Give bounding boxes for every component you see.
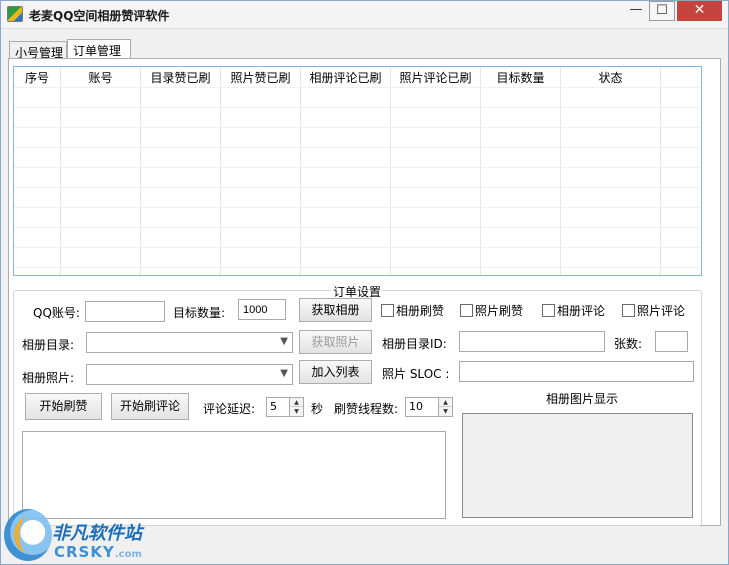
album-comment-label: 相册评论 <box>557 304 606 318</box>
watermark-brand: CRSKY <box>54 543 115 561</box>
sheet-count-input[interactable] <box>655 331 688 352</box>
column-photo-likes: 照片赞已刷 <box>221 67 301 275</box>
comment-delay-spinner[interactable]: 5 ▲ ▼ <box>266 397 304 417</box>
column-account: 账号 <box>61 67 141 275</box>
minimize-button[interactable]: — <box>622 1 650 21</box>
tab-order-management[interactable]: 订单管理 <box>67 39 131 60</box>
photo-display-label: 相册图片显示 <box>546 392 619 406</box>
chevron-down-icon: ▼ <box>280 336 288 347</box>
checkbox-box <box>622 304 635 317</box>
start-comment-button[interactable]: 开始刷评论 <box>111 393 189 420</box>
photo-comment-label: 照片评论 <box>637 304 686 318</box>
photo-sloc-input[interactable] <box>459 361 694 382</box>
order-table[interactable]: 序号 账号 目录赞已刷 照片赞已刷 相册评论已刷 照片评论已刷 目标数量 状态 <box>13 66 702 276</box>
site-watermark: 非凡软件站 CRSKY.com <box>0 505 160 565</box>
album-like-checkbox[interactable]: 相册刷赞 <box>381 302 444 319</box>
album-dir-select[interactable]: ▼ <box>86 332 293 353</box>
photo-like-checkbox[interactable]: 照片刷赞 <box>460 302 523 319</box>
column-header[interactable]: 照片赞已刷 <box>221 69 300 86</box>
row-divider <box>14 187 701 188</box>
chevron-down-icon: ▼ <box>280 368 288 379</box>
column-dir-likes: 目录赞已刷 <box>141 67 221 275</box>
row-divider <box>14 147 701 148</box>
comment-delay-label: 评论延迟: <box>203 402 256 416</box>
column-header[interactable]: 状态 <box>561 69 660 86</box>
add-to-list-button[interactable]: 加入列表 <box>299 360 372 384</box>
close-button[interactable]: ✕ <box>677 1 722 21</box>
row-divider <box>14 107 701 108</box>
column-header[interactable]: 序号 <box>14 69 60 86</box>
watermark-logo-icon <box>4 509 52 561</box>
column-photo-comments: 照片评论已刷 <box>391 67 481 275</box>
spin-up-icon[interactable]: ▲ <box>438 398 452 407</box>
window-title: 老麦QQ空间相册赞评软件 <box>29 9 170 23</box>
row-divider <box>14 167 701 168</box>
album-dir-id-label: 相册目录ID: <box>382 337 447 351</box>
spin-down-icon[interactable]: ▼ <box>289 407 303 416</box>
qq-account-label: QQ账号: <box>33 306 80 320</box>
row-divider <box>14 267 701 268</box>
photo-like-label: 照片刷赞 <box>475 304 524 318</box>
column-album-comments: 相册评论已刷 <box>301 67 391 275</box>
photo-comment-checkbox[interactable]: 照片评论 <box>622 302 685 319</box>
like-threads-value: 10 <box>409 400 423 413</box>
watermark-cn-text: 非凡软件站 <box>52 523 142 544</box>
get-photo-button[interactable]: 获取照片 <box>299 330 372 354</box>
target-count-label: 目标数量: <box>173 306 226 320</box>
album-photo-select[interactable]: ▼ <box>86 364 293 385</box>
checkbox-box <box>381 304 394 317</box>
column-header[interactable]: 照片评论已刷 <box>391 69 480 86</box>
column-header[interactable]: 账号 <box>61 69 140 86</box>
row-divider <box>14 87 701 88</box>
album-dir-label: 相册目录: <box>22 338 75 352</box>
seconds-label: 秒 <box>311 402 324 416</box>
row-divider <box>14 247 701 248</box>
comment-delay-value: 5 <box>270 400 277 413</box>
qq-account-input[interactable] <box>85 301 165 322</box>
column-header[interactable]: 目录赞已刷 <box>141 69 220 86</box>
like-threads-label: 刷赞线程数: <box>334 402 399 416</box>
sheet-count-label: 张数: <box>614 337 643 351</box>
title-bar[interactable]: 老麦QQ空间相册赞评软件 — ☐ ✕ <box>1 1 728 29</box>
column-index: 序号 <box>14 67 61 275</box>
album-like-label: 相册刷赞 <box>396 304 445 318</box>
column-status: 状态 <box>561 67 661 275</box>
column-header[interactable]: 目标数量 <box>481 69 560 86</box>
album-comment-checkbox[interactable]: 相册评论 <box>542 302 605 319</box>
album-dir-id-input[interactable] <box>459 331 605 352</box>
column-header[interactable]: 相册评论已刷 <box>301 69 390 86</box>
checkbox-box <box>460 304 473 317</box>
row-divider <box>14 127 701 128</box>
column-target: 目标数量 <box>481 67 561 275</box>
target-count-input[interactable] <box>238 299 286 320</box>
checkbox-box <box>542 304 555 317</box>
album-photo-label: 相册照片: <box>22 371 75 385</box>
spin-up-icon[interactable]: ▲ <box>289 398 303 407</box>
photo-sloc-label: 照片 SLOC : <box>382 367 450 381</box>
get-album-button[interactable]: 获取相册 <box>299 298 372 322</box>
maximize-button[interactable]: ☐ <box>649 1 675 21</box>
start-like-button[interactable]: 开始刷赞 <box>25 393 102 420</box>
row-divider <box>14 207 701 208</box>
row-divider <box>14 227 701 228</box>
photo-display-box <box>462 413 693 518</box>
like-threads-spinner[interactable]: 10 ▲ ▼ <box>405 397 453 417</box>
watermark-domain: .com <box>114 549 142 560</box>
app-icon <box>7 6 23 22</box>
watermark-en-text: CRSKY.com <box>54 543 142 561</box>
spin-down-icon[interactable]: ▼ <box>438 407 452 416</box>
